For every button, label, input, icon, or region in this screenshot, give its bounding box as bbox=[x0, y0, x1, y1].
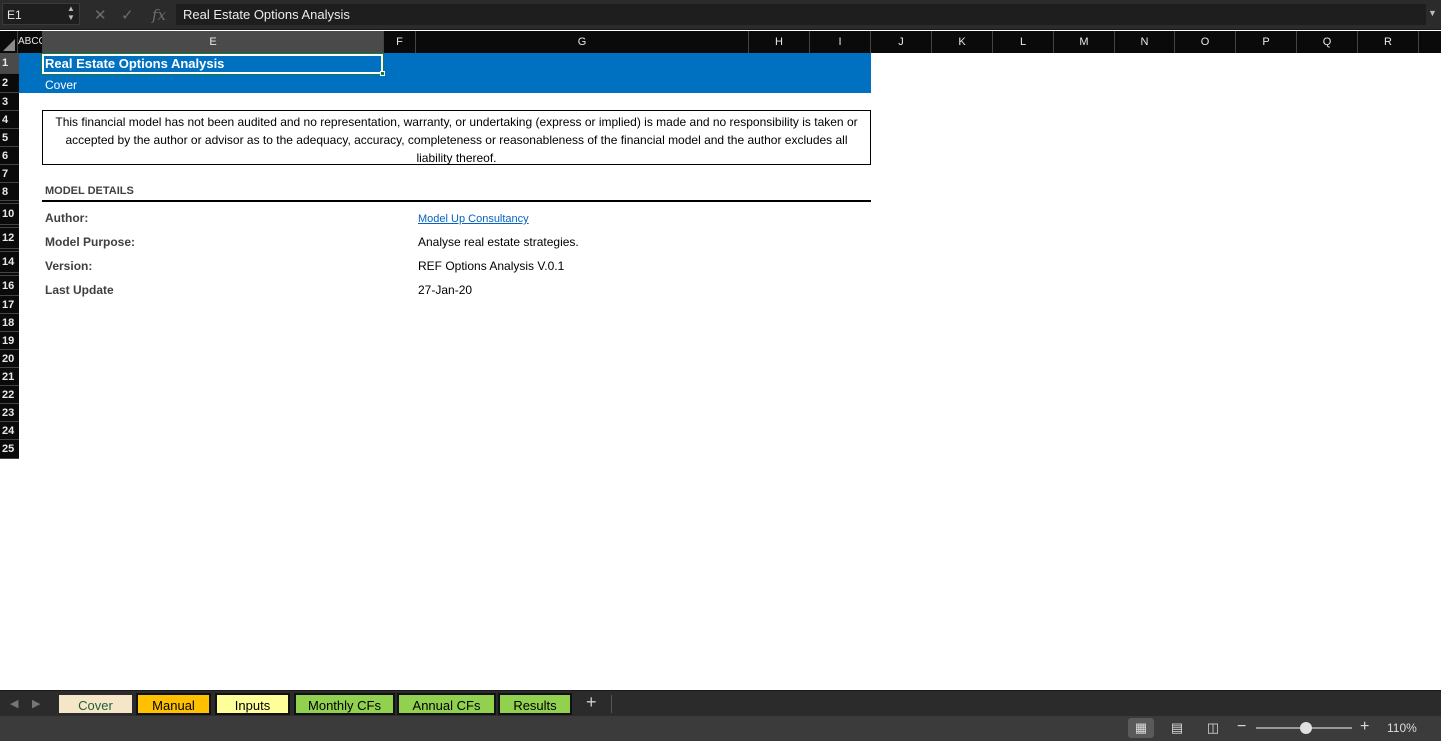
row-header-12[interactable]: 12 bbox=[0, 228, 19, 249]
version-value[interactable]: REF Options Analysis V.0.1 bbox=[418, 259, 564, 273]
last-update-value[interactable]: 27-Jan-20 bbox=[418, 283, 472, 297]
formula-bar: E1 ▲ ▼ ✕ ✓ fx Real Estate Options Analysi… bbox=[0, 0, 1441, 30]
normal-view-icon[interactable]: ▦ bbox=[1128, 718, 1154, 738]
tab-separator bbox=[611, 695, 612, 713]
chevron-down-icon[interactable]: ▼ bbox=[1428, 8, 1437, 18]
column-header-r[interactable]: R bbox=[1358, 31, 1419, 53]
tab-results[interactable]: Results bbox=[498, 693, 572, 715]
column-headers: ABCC E F G H I J K L M N O P Q R bbox=[0, 31, 1441, 53]
disclaimer-box[interactable]: This financial model has not been audite… bbox=[42, 110, 871, 165]
zoom-in-icon[interactable]: + bbox=[1360, 718, 1369, 736]
zoom-out-icon[interactable]: − bbox=[1237, 718, 1246, 736]
tab-scroll-left-icon[interactable]: ◀ bbox=[10, 697, 18, 710]
status-bar: ▦ ▤ ◫ − + 110% bbox=[0, 716, 1441, 741]
model-purpose-value[interactable]: Analyse real estate strategies. bbox=[418, 235, 579, 249]
row-header-5[interactable]: 5 bbox=[0, 129, 19, 147]
row-header-8[interactable]: 8 bbox=[0, 183, 19, 201]
row-header-7[interactable]: 7 bbox=[0, 165, 19, 183]
column-header-f[interactable]: F bbox=[384, 31, 416, 53]
tab-manual[interactable]: Manual bbox=[136, 693, 211, 715]
select-all-button[interactable] bbox=[0, 31, 18, 53]
page-break-preview-icon[interactable]: ◫ bbox=[1200, 718, 1226, 738]
row-header-1[interactable]: 1 bbox=[0, 53, 19, 74]
author-link[interactable]: Model Up Consultancy bbox=[418, 213, 529, 225]
author-label[interactable]: Author: bbox=[45, 211, 88, 225]
row-header-25[interactable]: 25 bbox=[0, 440, 19, 459]
tab-monthly-cfs[interactable]: Monthly CFs bbox=[294, 693, 395, 715]
column-header-g[interactable]: G bbox=[416, 31, 749, 53]
formula-input[interactable]: Real Estate Options Analysis bbox=[176, 4, 1426, 25]
column-header-q[interactable]: Q bbox=[1297, 31, 1358, 53]
section-heading[interactable]: MODEL DETAILS bbox=[45, 185, 134, 197]
page-layout-view-icon[interactable]: ▤ bbox=[1164, 718, 1190, 738]
zoom-level[interactable]: 110% bbox=[1387, 721, 1417, 735]
row-headers: 1 2 3 4 5 6 7 8 10 12 14 16 17 18 19 20 … bbox=[0, 53, 19, 459]
row-header-3[interactable]: 3 bbox=[0, 93, 19, 111]
row-header-4[interactable]: 4 bbox=[0, 111, 19, 129]
column-header-m[interactable]: M bbox=[1054, 31, 1115, 53]
section-divider bbox=[42, 200, 871, 202]
confirm-icon[interactable]: ✓ bbox=[121, 6, 134, 24]
function-icon[interactable]: fx bbox=[152, 6, 166, 24]
column-header-l[interactable]: L bbox=[993, 31, 1054, 53]
row-header-22[interactable]: 22 bbox=[0, 386, 19, 404]
row-header-2[interactable]: 2 bbox=[0, 74, 19, 93]
last-update-label[interactable]: Last Update bbox=[45, 283, 114, 297]
row-header-20[interactable]: 20 bbox=[0, 350, 19, 368]
active-cell-selection[interactable] bbox=[41, 53, 384, 75]
column-header-h[interactable]: H bbox=[749, 31, 810, 53]
tab-annual-cfs[interactable]: Annual CFs bbox=[397, 693, 496, 715]
column-header-abcc[interactable]: ABCC bbox=[18, 31, 43, 53]
column-header-j[interactable]: J bbox=[871, 31, 932, 53]
fill-handle[interactable] bbox=[380, 71, 385, 76]
version-label[interactable]: Version: bbox=[45, 259, 92, 273]
name-box-stepper-icon[interactable]: ▲ ▼ bbox=[66, 4, 76, 22]
column-header-i[interactable]: I bbox=[810, 31, 871, 53]
cancel-icon[interactable]: ✕ bbox=[94, 6, 107, 24]
column-header-o[interactable]: O bbox=[1175, 31, 1236, 53]
row-header-16[interactable]: 16 bbox=[0, 276, 19, 296]
sheet-subtitle[interactable]: Cover bbox=[45, 78, 77, 92]
row-header-24[interactable]: 24 bbox=[0, 422, 19, 440]
tab-cover[interactable]: Cover bbox=[57, 693, 134, 715]
column-header-k[interactable]: K bbox=[932, 31, 993, 53]
column-header-p[interactable]: P bbox=[1236, 31, 1297, 53]
model-purpose-label[interactable]: Model Purpose: bbox=[45, 235, 135, 249]
row-header-19[interactable]: 19 bbox=[0, 332, 19, 350]
row-header-21[interactable]: 21 bbox=[0, 368, 19, 386]
row-header-6[interactable]: 6 bbox=[0, 147, 19, 165]
zoom-slider-thumb[interactable] bbox=[1300, 722, 1312, 734]
row-header-10[interactable]: 10 bbox=[0, 204, 19, 225]
tab-scroll-right-icon[interactable]: ▶ bbox=[32, 697, 40, 710]
author-value[interactable]: Model Up Consultancy bbox=[418, 211, 529, 225]
add-sheet-icon[interactable]: + bbox=[586, 692, 597, 713]
sheet-tab-bar: ◀ ▶ Cover Manual Inputs Monthly CFs Annu… bbox=[0, 690, 1441, 716]
row-header-14[interactable]: 14 bbox=[0, 252, 19, 273]
column-header-e[interactable]: E bbox=[43, 31, 384, 53]
row-header-23[interactable]: 23 bbox=[0, 404, 19, 422]
column-header-n[interactable]: N bbox=[1115, 31, 1175, 53]
row-header-17[interactable]: 17 bbox=[0, 296, 19, 314]
row-header-18[interactable]: 18 bbox=[0, 314, 19, 332]
tab-inputs[interactable]: Inputs bbox=[215, 693, 290, 715]
